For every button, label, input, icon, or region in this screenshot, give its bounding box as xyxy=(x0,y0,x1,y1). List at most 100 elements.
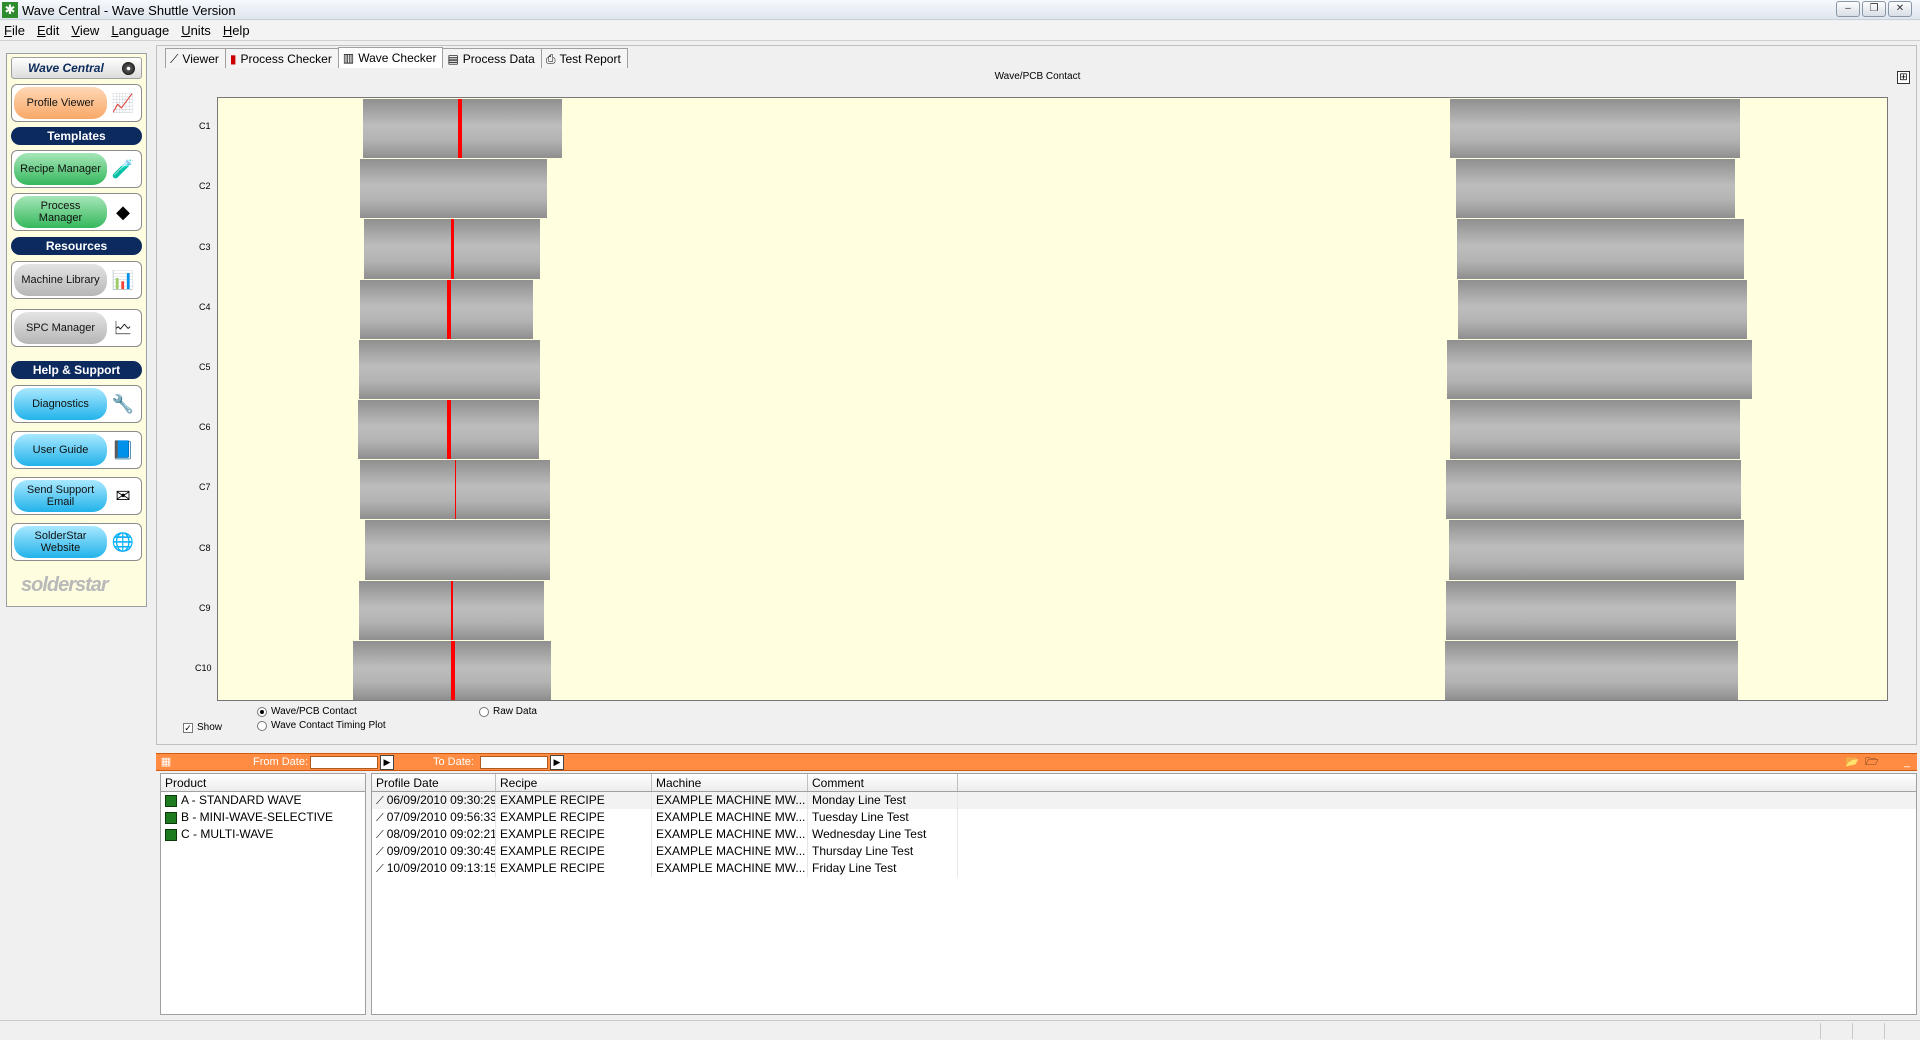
filter-bar: ▦ From Date: ▶ To Date: ▶ 📂 🗁 _ xyxy=(156,753,1917,771)
marker-c9 xyxy=(450,580,453,640)
profile-table-header: Profile Date Recipe Machine Comment xyxy=(372,774,1916,792)
window-title: Wave Central - Wave Shuttle Version xyxy=(22,3,236,18)
to-date-input[interactable] xyxy=(480,756,548,769)
status-cell xyxy=(1884,1023,1885,1039)
profile-table: Profile Date Recipe Machine Comment ⟋ 06/… xyxy=(371,773,1917,1015)
section-resources: Resources xyxy=(11,237,142,255)
menu-edit[interactable]: Edit xyxy=(37,23,59,38)
table-row[interactable]: ⟋ 09/09/2010 09:30:45 EXAMPLE RECIPE EXAM… xyxy=(372,843,1916,860)
menu-units[interactable]: Units xyxy=(181,23,211,38)
contact-bar-c9-2 xyxy=(1446,580,1737,640)
chart-icon: 📈 xyxy=(111,93,135,113)
column-machine[interactable]: Machine xyxy=(652,774,808,791)
row-label-c2: C2 xyxy=(199,181,211,192)
spc-manager-button[interactable]: SPC Manager 🗠 xyxy=(11,309,142,347)
user-guide-button[interactable]: User Guide 📘 xyxy=(11,431,142,469)
contact-bar-c7-2 xyxy=(1446,460,1742,520)
printer-icon: ⎙ xyxy=(545,51,556,66)
column-comment[interactable]: Comment xyxy=(808,774,958,791)
folder-open-icon[interactable]: 📂 xyxy=(1844,755,1860,770)
radio-timing-plot[interactable] xyxy=(257,720,267,731)
radio-raw-data[interactable] xyxy=(479,706,489,717)
folder-export-icon[interactable]: 🗁 xyxy=(1864,755,1880,770)
row-label-c7: C7 xyxy=(199,482,211,493)
show-checkbox[interactable]: ✓ xyxy=(183,722,193,733)
from-date-input[interactable] xyxy=(310,756,378,769)
tab-process-checker[interactable]: ▮ Process Checker xyxy=(224,48,339,68)
table-row[interactable]: ⟋ 10/09/2010 09:13:15 EXAMPLE RECIPE EXAM… xyxy=(372,860,1916,877)
solderstar-website-button[interactable]: SolderStar Website 🌐 xyxy=(11,523,142,561)
wave-checker-icon: ▥ xyxy=(342,51,355,65)
profile-icon: ⟋ xyxy=(376,846,384,858)
tab-viewer[interactable]: ⟋ Viewer xyxy=(165,48,226,68)
sidebar-close-icon[interactable] xyxy=(122,62,135,75)
tab-process-data[interactable]: ▤ Process Data xyxy=(442,48,542,68)
profile-viewer-button[interactable]: Profile Viewer 📈 xyxy=(11,84,142,122)
column-profile-date[interactable]: Profile Date xyxy=(372,774,496,791)
option-wave-pcb-contact[interactable]: Wave/PCB Contact xyxy=(257,706,357,717)
filter-calendar-icon[interactable]: ▦ xyxy=(158,755,174,770)
minimize-panel-icon[interactable]: _ xyxy=(1899,755,1915,770)
viewer-icon: ⟋ xyxy=(170,51,179,66)
contact-bar-c8-1 xyxy=(364,520,550,580)
to-date-arrow-icon[interactable]: ▶ xyxy=(550,755,564,770)
contact-bar-c4-2 xyxy=(1458,279,1748,339)
list-item[interactable]: B - MINI-WAVE-SELECTIVE xyxy=(161,809,365,826)
column-recipe[interactable]: Recipe xyxy=(496,774,652,791)
menu-language[interactable]: Language xyxy=(111,23,169,38)
radio-wave-pcb-contact[interactable] xyxy=(257,706,267,717)
contact-bar-c5-2 xyxy=(1447,339,1753,399)
contact-bar-c3-2 xyxy=(1457,219,1744,279)
from-date-label: From Date: xyxy=(253,756,309,768)
table-row[interactable]: ⟋ 07/09/2010 09:56:33 EXAMPLE RECIPE EXAM… xyxy=(372,809,1916,826)
option-raw-data[interactable]: Raw Data xyxy=(479,706,537,717)
from-date-arrow-icon[interactable]: ▶ xyxy=(380,755,394,770)
contact-bar-c5-1 xyxy=(358,339,540,399)
main-panel: ⟋ Viewer ▮ Process Checker ▥ Wave Checker ▤… xyxy=(156,45,1917,745)
send-support-email-button[interactable]: Send Support Email ✉ xyxy=(11,477,142,515)
list-item[interactable]: C - MULTI-WAVE xyxy=(161,826,365,843)
menu-help[interactable]: Help xyxy=(223,23,250,38)
contact-bar-c2-1 xyxy=(360,159,548,219)
expand-icon[interactable]: ⊞ xyxy=(1897,71,1910,84)
email-icon: ✉ xyxy=(115,486,131,506)
profile-icon: ⟋ xyxy=(376,829,384,841)
menu-view[interactable]: View xyxy=(71,23,99,38)
profile-icon: ⟋ xyxy=(376,863,384,875)
option-show[interactable]: ✓ Show xyxy=(183,722,222,733)
process-manager-button[interactable]: Process Manager ◆ xyxy=(11,193,142,231)
table-row[interactable]: ⟋ 06/09/2010 09:30:29 EXAMPLE RECIPE EXAM… xyxy=(372,792,1916,809)
menu-file[interactable]: File xyxy=(4,23,25,38)
sidebar: Wave Central Profile Viewer 📈 Templates … xyxy=(6,53,147,607)
contact-bar-c1-2 xyxy=(1449,99,1741,159)
table-row[interactable]: ⟋ 08/09/2010 09:02:21 EXAMPLE RECIPE EXAM… xyxy=(372,826,1916,843)
machine-library-button[interactable]: Machine Library 📊 xyxy=(11,261,142,299)
diagnostics-button[interactable]: Diagnostics 🔧 xyxy=(11,385,142,423)
wave-contact-plot xyxy=(217,97,1888,701)
title-bar: ✱ Wave Central - Wave Shuttle Version – … xyxy=(0,0,1920,20)
contact-bar-c10-2 xyxy=(1445,640,1738,700)
row-label-c10: C10 xyxy=(195,662,212,673)
option-timing-plot[interactable]: Wave Contact Timing Plot xyxy=(257,720,386,731)
tab-test-report[interactable]: ⎙ Test Report xyxy=(540,48,628,68)
tab-strip: ⟋ Viewer ▮ Process Checker ▥ Wave Checker ▤… xyxy=(165,47,628,69)
product-icon xyxy=(165,828,177,841)
close-button[interactable]: ✕ xyxy=(1888,1,1912,17)
status-cell xyxy=(1820,1023,1821,1039)
restore-button[interactable]: ❐ xyxy=(1862,1,1886,17)
row-label-c6: C6 xyxy=(199,422,211,433)
bar-chart-icon: ▮ xyxy=(229,51,237,66)
recipe-icon: 🧪 xyxy=(111,159,135,179)
status-bar xyxy=(0,1020,1920,1040)
contact-bar-c1-1 xyxy=(362,99,562,159)
minimize-button[interactable]: – xyxy=(1836,1,1860,17)
recipe-manager-button[interactable]: Recipe Manager 🧪 xyxy=(11,150,142,188)
product-header[interactable]: Product xyxy=(161,774,365,792)
marker-c1 xyxy=(458,99,463,159)
list-item[interactable]: A - STANDARD WAVE xyxy=(161,792,365,809)
marker-c3 xyxy=(451,219,455,279)
board-icon: ◆ xyxy=(116,202,130,222)
book-icon: 📘 xyxy=(111,440,135,460)
menu-bar: File Edit View Language Units Help xyxy=(0,21,1920,41)
tab-wave-checker[interactable]: ▥ Wave Checker xyxy=(337,47,444,68)
